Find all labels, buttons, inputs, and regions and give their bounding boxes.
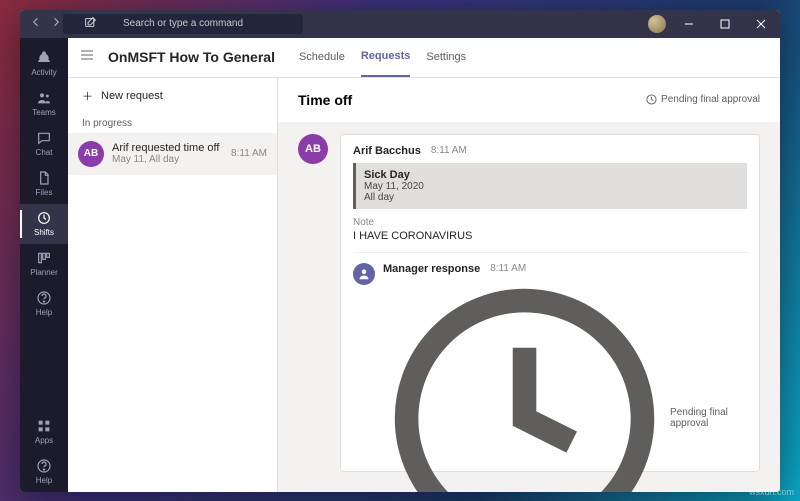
tab-schedule[interactable]: Schedule [299, 38, 345, 77]
new-request-label: New request [101, 90, 163, 102]
hamburger-icon[interactable] [80, 48, 94, 67]
compose-icon[interactable] [84, 16, 97, 32]
note-body: I HAVE CORONAVIRUS [353, 230, 747, 242]
request-duration: All day [364, 192, 739, 203]
request-reason: Sick Day [364, 169, 739, 181]
rail-item-teams[interactable]: Teams [20, 84, 68, 124]
tab-requests[interactable]: Requests [361, 38, 411, 77]
manager-response-time: 8:11 AM [490, 263, 526, 274]
page-header: OnMSFT How To General Schedule Requests Se… [68, 38, 780, 78]
app-rail: ActivityTeamsChatFilesShiftsPlannerHelp … [20, 38, 68, 492]
rail-item-chat[interactable]: Chat [20, 124, 68, 164]
tab-settings[interactable]: Settings [426, 38, 466, 77]
plus-icon: ＋ [82, 88, 93, 104]
search-input[interactable]: Search or type a command [63, 14, 303, 34]
rail-item-help[interactable]: Help [20, 452, 68, 492]
watermark: wsxdn.com [749, 487, 794, 497]
maximize-button[interactable] [712, 10, 738, 38]
rail-item-activity[interactable]: Activity [20, 44, 68, 84]
tab-list: Schedule Requests Settings [299, 38, 466, 77]
request-list-item[interactable]: AB Arif requested time off May 11, All d… [68, 133, 277, 175]
new-request-button[interactable]: ＋ New request [68, 78, 277, 114]
manager-avatar [353, 263, 375, 285]
request-subtitle: May 11, All day [112, 154, 223, 165]
requester-name: Arif Bacchus [353, 145, 421, 157]
detail-title: Time off [298, 92, 352, 108]
manager-response-label: Manager response [383, 263, 480, 275]
app-window: Search or type a command ActivityTeamsCh… [20, 10, 780, 492]
request-detail-pane: Time off Pending final approval AB Arif … [278, 78, 780, 492]
titlebar: Search or type a command [20, 10, 780, 38]
detail-card: Arif Bacchus 8:11 AM Sick Day May 11, 20… [340, 134, 760, 472]
detail-status: Pending final approval [646, 94, 760, 105]
requester-avatar: AB [78, 141, 104, 167]
profile-avatar[interactable] [648, 15, 666, 33]
manager-status: Pending final approval [383, 277, 747, 492]
request-date: May 11, 2020 [364, 181, 739, 192]
request-summary: Sick Day May 11, 2020 All day [353, 163, 747, 209]
detail-time: 8:11 AM [431, 145, 467, 156]
page-title: OnMSFT How To General [108, 49, 275, 65]
detail-avatar: AB [298, 134, 328, 164]
note-label: Note [353, 217, 747, 228]
rail-item-apps[interactable]: Apps [20, 412, 68, 452]
rail-item-help-top[interactable]: Help [20, 284, 68, 324]
search-placeholder: Search or type a command [123, 18, 243, 29]
request-time: 8:11 AM [231, 148, 267, 159]
minimize-button[interactable] [676, 10, 702, 38]
rail-item-planner[interactable]: Planner [20, 244, 68, 284]
rail-item-shifts[interactable]: Shifts [20, 204, 68, 244]
section-label: In progress [68, 114, 277, 133]
main-area: OnMSFT How To General Schedule Requests Se… [68, 38, 780, 492]
request-title: Arif requested time off [112, 142, 223, 154]
rail-item-files[interactable]: Files [20, 164, 68, 204]
close-button[interactable] [748, 10, 774, 38]
back-icon[interactable] [30, 16, 42, 31]
forward-icon[interactable] [50, 16, 62, 31]
request-list-pane: ＋ New request In progress AB Arif reques… [68, 78, 278, 492]
